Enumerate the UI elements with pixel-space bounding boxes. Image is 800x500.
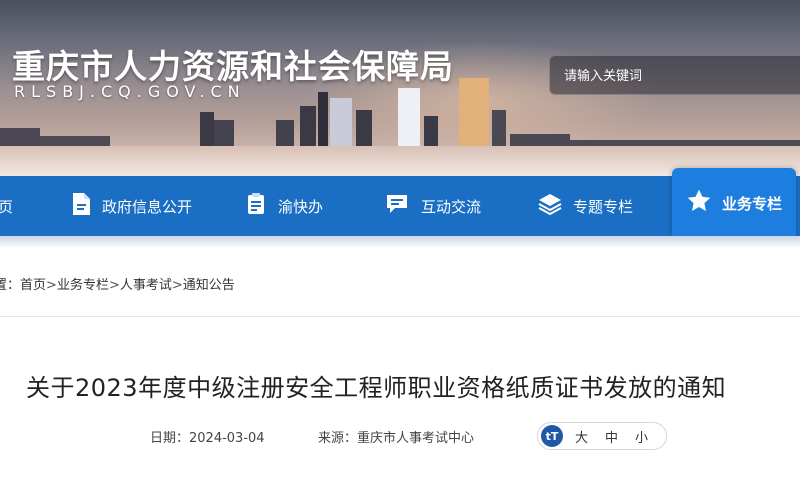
breadcrumb-prefix: 置： — [0, 278, 21, 293]
font-size-medium[interactable]: 中 — [605, 427, 618, 446]
breadcrumb: 置：首页>业务专栏>人事考试>通知公告 — [0, 274, 235, 293]
nav-item-business[interactable]: 业务专栏 — [672, 168, 797, 238]
nav-item-label: 渝快办 — [278, 197, 324, 216]
article-source: 来源：重庆市人事考试中心 — [318, 427, 474, 446]
source-label: 来源： — [318, 431, 358, 446]
site-title[interactable]: 重庆市人力资源和社会保障局 — [12, 40, 454, 88]
breadcrumb-business[interactable]: 业务专栏 — [57, 278, 109, 293]
article-title: 关于2023年度中级注册安全工程师职业资格纸质证书发放的通知 — [26, 374, 727, 402]
star-icon — [686, 188, 722, 218]
nav-item-label: 互动交流 — [421, 197, 482, 216]
breadcrumb-home[interactable]: 首页 — [20, 278, 46, 293]
clipboard-icon — [244, 192, 278, 220]
nav-item-label: 专题专栏 — [573, 197, 634, 216]
font-size-switcher: tT 大 中 小 — [537, 422, 667, 450]
nav-item-label: 政府信息公开 — [102, 197, 193, 216]
nav-shadow — [0, 236, 800, 248]
search-input[interactable] — [562, 64, 796, 88]
nav-item-topics[interactable]: 专题专栏 — [537, 176, 633, 236]
content-divider — [0, 316, 800, 317]
font-size-small[interactable]: 小 — [635, 427, 648, 446]
layers-icon — [537, 192, 573, 220]
font-size-icon: tT — [541, 425, 563, 447]
breadcrumb-separator: > — [46, 278, 57, 293]
font-size-large[interactable]: 大 — [575, 427, 588, 446]
header-banner: 重庆市人力资源和社会保障局 RLSBJ.CQ.GOV.CN — [0, 0, 800, 176]
date-value: 2024-03-04 — [189, 431, 265, 446]
document-icon — [70, 192, 102, 220]
source-value: 重庆市人事考试中心 — [357, 431, 475, 446]
search-box — [549, 55, 800, 95]
breadcrumb-separator: > — [171, 278, 183, 293]
nav-item-label: 业务专栏 — [722, 194, 783, 213]
article-date: 日期：2024-03-04 — [150, 427, 265, 446]
breadcrumb-exams[interactable]: 人事考试 — [120, 278, 172, 293]
nav-item-yukuaiban[interactable]: 渝快办 — [244, 176, 323, 236]
nav-item-gov-info[interactable]: 政府信息公开 — [70, 176, 192, 236]
nav-item-interaction[interactable]: 互动交流 — [385, 176, 481, 236]
date-label: 日期： — [150, 431, 190, 446]
site-domain: RLSBJ.CQ.GOV.CN — [14, 82, 246, 101]
chat-icon — [385, 192, 421, 220]
nav-item-label: 页 — [0, 197, 14, 216]
nav-item-home[interactable]: 页 — [0, 176, 13, 236]
breadcrumb-separator: > — [108, 278, 120, 293]
main-nav: 页 政府信息公开 渝快办 互动交流 专题专栏 业务专栏 — [0, 168, 800, 238]
breadcrumb-notices[interactable]: 通知公告 — [183, 278, 235, 293]
